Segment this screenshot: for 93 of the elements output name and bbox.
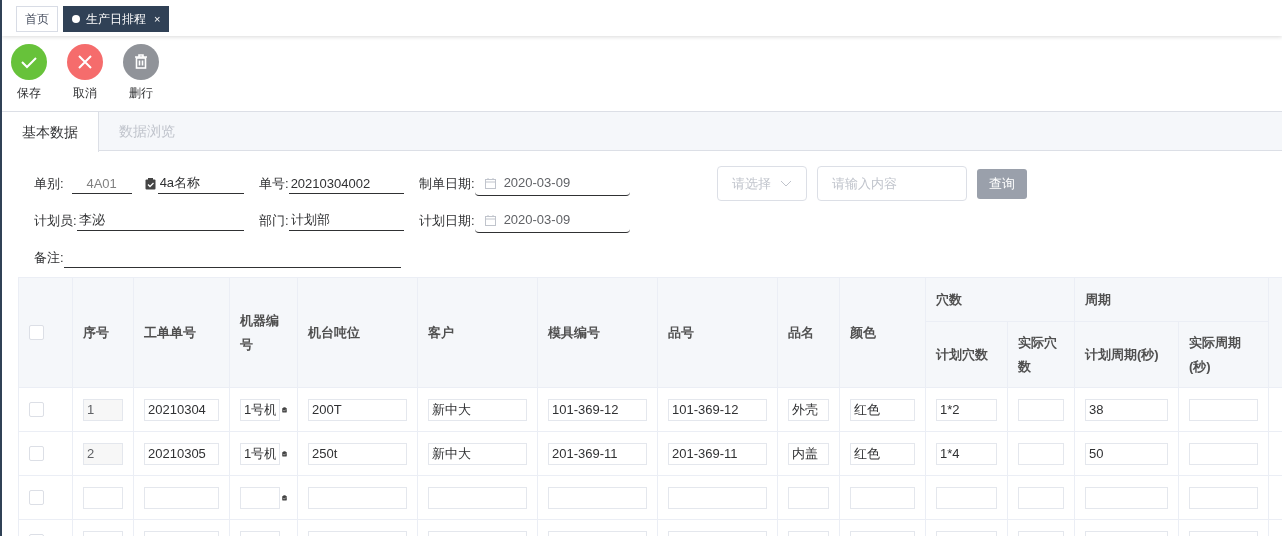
table-input[interactable]: 200T — [308, 398, 407, 421]
column-header: 计划穴数 — [925, 321, 1008, 388]
calendar-icon — [484, 177, 496, 189]
text-field[interactable]: 20210304002 — [288, 173, 404, 194]
table-input[interactable]: 1*4 — [936, 442, 997, 465]
table-input[interactable]: 1号机 — [240, 442, 280, 465]
delete-button[interactable] — [123, 44, 159, 80]
cancel-button[interactable] — [67, 44, 103, 80]
table-input[interactable]: 内盖 — [788, 442, 829, 465]
table-input[interactable] — [668, 486, 767, 509]
button-label: 取消 — [73, 85, 97, 102]
table-input[interactable] — [1189, 398, 1258, 421]
checkbox[interactable] — [29, 490, 44, 505]
column-header: 周期 — [1074, 277, 1269, 322]
table-input[interactable]: 1号机 — [240, 398, 280, 421]
page-tab[interactable]: 首页 — [16, 6, 58, 32]
chevron-down-icon — [780, 180, 792, 187]
table-input[interactable]: 50 — [1085, 442, 1168, 465]
table-input[interactable] — [1018, 442, 1064, 465]
table-input[interactable]: 新中大 — [428, 442, 527, 465]
table-input[interactable]: 1*2 — [936, 398, 997, 421]
checkbox[interactable] — [29, 446, 44, 461]
table-input[interactable] — [1189, 442, 1258, 465]
date-field[interactable]: 2020-03-09 — [474, 208, 630, 233]
trash-icon — [133, 54, 149, 70]
close-icon[interactable]: × — [154, 13, 161, 25]
name-field[interactable]: 4a名称 — [157, 173, 244, 194]
table-input[interactable]: 101-369-12 — [548, 398, 647, 421]
checkbox[interactable] — [29, 325, 44, 340]
table-input[interactable]: 红色 — [850, 398, 915, 421]
column-header: 序号 — [72, 277, 134, 388]
close-icon — [77, 54, 93, 70]
column-header: 品名 — [777, 277, 840, 388]
column-header: 穴数 — [925, 277, 1075, 322]
table-input[interactable]: 20210305 — [144, 442, 219, 465]
table-input[interactable] — [240, 486, 280, 509]
table-input[interactable]: 红色 — [850, 442, 915, 465]
column-header: 计划周期(秒) — [1074, 321, 1179, 388]
field-label: 制单日期: — [419, 174, 475, 193]
table-input[interactable] — [428, 486, 527, 509]
column-header: 实际穴数 — [1007, 321, 1075, 388]
save-button[interactable] — [11, 44, 47, 80]
field-label: 计划日期: — [419, 211, 475, 230]
table-input[interactable] — [1018, 398, 1064, 421]
table-input[interactable] — [83, 486, 123, 509]
text-field[interactable]: 计划部 — [288, 210, 404, 231]
table-input[interactable] — [144, 486, 219, 509]
column-header: 机器编号 — [229, 277, 298, 388]
table-input[interactable] — [1018, 486, 1064, 509]
status-dot — [72, 15, 80, 23]
table-input[interactable] — [548, 486, 647, 509]
table-input[interactable] — [1189, 486, 1258, 509]
table-input[interactable]: 250t — [308, 442, 407, 465]
column-header: 机台吨位 — [297, 277, 418, 388]
date-field[interactable]: 2020-03-09 — [474, 171, 630, 196]
column-header: 品号 — [657, 277, 778, 388]
section-tab[interactable]: 基本数据 — [2, 112, 99, 152]
clipboard-icon[interactable] — [144, 177, 156, 190]
table-input[interactable]: 新中大 — [428, 398, 527, 421]
date-value: 2020-03-09 — [503, 174, 571, 193]
table-input[interactable] — [308, 486, 407, 509]
table-input[interactable]: 38 — [1085, 398, 1168, 421]
column-header: 模具编号 — [537, 277, 658, 388]
checkbox[interactable] — [29, 402, 44, 417]
field-label: 单别: — [34, 174, 64, 193]
table-input[interactable]: 201-369-11 — [668, 442, 767, 465]
table-input[interactable]: 20210304 — [144, 398, 219, 421]
table-input[interactable] — [850, 486, 915, 509]
column-header: 实际周期(秒) — [1178, 321, 1269, 388]
table-input[interactable] — [1085, 486, 1168, 509]
table-input[interactable]: 101-369-12 — [668, 398, 767, 421]
date-value: 2020-03-09 — [503, 211, 571, 230]
field-label: 计划员: — [34, 211, 77, 230]
code-field[interactable]: 4A01 — [71, 173, 132, 194]
table-input[interactable] — [788, 486, 829, 509]
page-tab[interactable]: 生产日排程 × — [63, 6, 170, 32]
calendar-icon — [484, 214, 496, 226]
text-field[interactable]: 李泌 — [76, 210, 244, 231]
field-label: 单号: — [259, 174, 289, 193]
table-input[interactable] — [936, 486, 997, 509]
field-label: 备注: — [34, 248, 64, 267]
button-label: 删行 — [129, 85, 153, 102]
column-header: 颜色 — [839, 277, 926, 388]
field-label: 部门: — [259, 211, 289, 230]
column-header: 工单单号 — [133, 277, 230, 388]
table-input[interactable]: 201-369-11 — [548, 442, 647, 465]
table-input[interactable]: 外壳 — [788, 398, 829, 421]
search-field[interactable]: 请输入内容 — [817, 166, 967, 201]
table-input[interactable]: 2 — [83, 442, 123, 465]
button-label: 保存 — [17, 85, 41, 102]
check-icon — [21, 54, 37, 70]
table-input[interactable]: 1 — [83, 398, 123, 421]
column-header: 客户 — [417, 277, 538, 388]
